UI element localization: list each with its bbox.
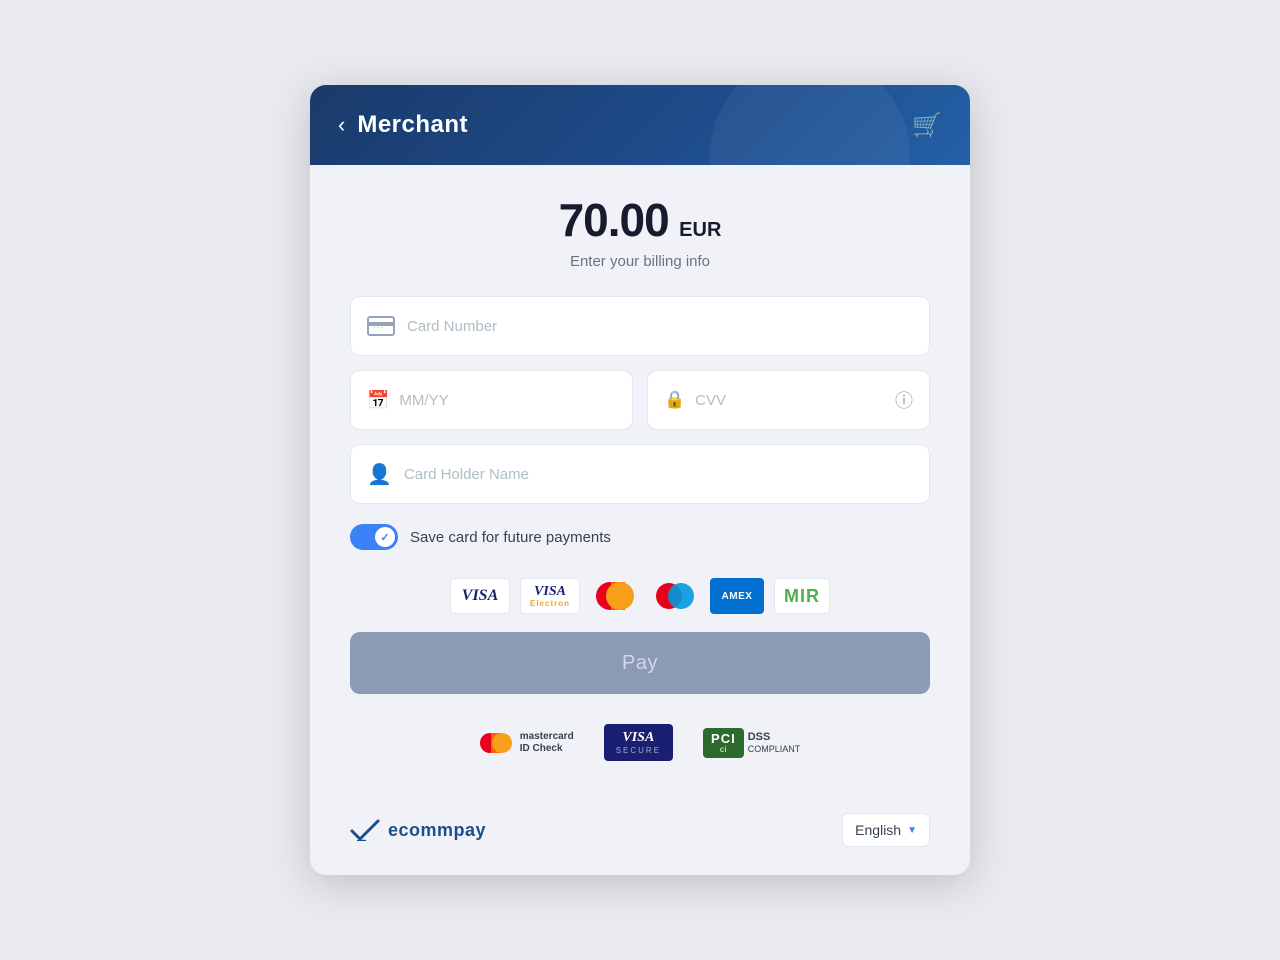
back-button[interactable]: ‹ xyxy=(338,114,345,136)
cart-icon[interactable]: 🛒 xyxy=(912,111,942,140)
visa-electron-brand: VISA Electron xyxy=(520,578,580,614)
calendar-icon: 📅 xyxy=(367,390,389,411)
card-icon xyxy=(367,316,395,336)
ecommpay-brand-text: ecommpay xyxy=(388,820,486,841)
cardholder-input[interactable] xyxy=(404,466,913,483)
ecommpay-check-icon xyxy=(350,819,380,841)
save-card-label: Save card for future payments xyxy=(410,529,611,546)
mc-id-logo xyxy=(480,733,512,753)
save-card-row: ✓ Save card for future payments xyxy=(350,518,930,568)
visa-secure-text: SECURE xyxy=(616,746,661,755)
maestro-logo xyxy=(656,582,694,610)
toggle-thumb: ✓ xyxy=(375,527,395,547)
language-selector[interactable]: English ▼ xyxy=(842,813,930,847)
maestro-brand xyxy=(650,578,700,614)
card-brands: VISA VISA Electron xyxy=(350,568,930,632)
dss-compliant: COMPLIANT xyxy=(748,744,801,755)
pci-box: PCI ci xyxy=(703,728,744,758)
mc-s-orange xyxy=(492,733,512,753)
pci-text: PCI xyxy=(711,732,736,745)
amount-value: 70.00 xyxy=(559,194,669,246)
dss-text-block: DSS COMPLIANT xyxy=(748,731,801,755)
pay-button[interactable]: Pay xyxy=(350,632,930,694)
payment-widget: ‹ Merchant 🛒 70.00 EUR Enter your billin… xyxy=(310,85,970,875)
ecommpay-logo: ecommpay xyxy=(350,819,486,841)
dss-label: DSS xyxy=(748,731,801,744)
amount-subtitle: Enter your billing info xyxy=(350,253,930,270)
visa-secure-badge: VISA SECURE xyxy=(604,724,673,761)
merchant-title: Merchant xyxy=(357,111,468,139)
toggle-check-icon: ✓ xyxy=(380,531,389,544)
visa-electron-logo: VISA xyxy=(534,585,566,599)
language-label: English xyxy=(855,822,901,838)
amount-section: 70.00 EUR Enter your billing info xyxy=(310,165,970,286)
cardholder-field[interactable]: 👤 xyxy=(350,444,930,504)
amex-brand: AMEX xyxy=(710,578,764,614)
visa-classic-logo: VISA xyxy=(462,587,498,605)
mastercard-brand xyxy=(590,578,640,614)
mastercard-id-check-badge: mastercardID Check xyxy=(480,731,574,755)
mir-logo: MIR xyxy=(784,586,820,607)
mc-orange-circle xyxy=(606,582,634,610)
visa-electron-sub: Electron xyxy=(530,600,570,608)
card-number-input[interactable] xyxy=(407,318,913,335)
save-card-toggle[interactable]: ✓ xyxy=(350,524,398,550)
visa-brand: VISA xyxy=(450,578,510,614)
lock-icon: 🔒 xyxy=(664,390,685,410)
card-number-field[interactable] xyxy=(350,296,930,356)
cvv-input[interactable] xyxy=(695,392,895,409)
pci-dss-badge: PCI ci DSS COMPLIANT xyxy=(703,728,800,758)
footer: ecommpay English ▼ xyxy=(310,799,970,875)
amount-currency: EUR xyxy=(679,219,721,241)
pci-ci: ci xyxy=(720,745,727,754)
mir-brand: MIR xyxy=(774,578,830,614)
security-badges: mastercardID Check VISA SECURE PCI ci DS… xyxy=(350,714,930,779)
mastercard-logo xyxy=(596,582,634,610)
visa-secure-logo: VISA xyxy=(616,730,661,746)
maestro-blue-circle xyxy=(668,583,694,609)
amex-logo: AMEX xyxy=(722,591,753,602)
header: ‹ Merchant 🛒 xyxy=(310,85,970,165)
user-icon: 👤 xyxy=(367,462,392,487)
cvv-info-icon[interactable]: ⓘ xyxy=(895,387,913,413)
language-arrow-icon: ▼ xyxy=(907,825,917,836)
cvv-field[interactable]: 🔒 ⓘ xyxy=(647,370,930,430)
amount-display: 70.00 EUR xyxy=(350,193,930,247)
expiry-cvv-row: 📅 🔒 ⓘ xyxy=(350,370,930,430)
expiry-field[interactable]: 📅 xyxy=(350,370,633,430)
expiry-input[interactable] xyxy=(399,392,616,409)
mc-id-check-text: mastercardID Check xyxy=(520,731,574,755)
form-section: 📅 🔒 ⓘ 👤 ✓ Save card for future payments xyxy=(310,286,970,799)
header-left: ‹ Merchant xyxy=(338,111,468,139)
